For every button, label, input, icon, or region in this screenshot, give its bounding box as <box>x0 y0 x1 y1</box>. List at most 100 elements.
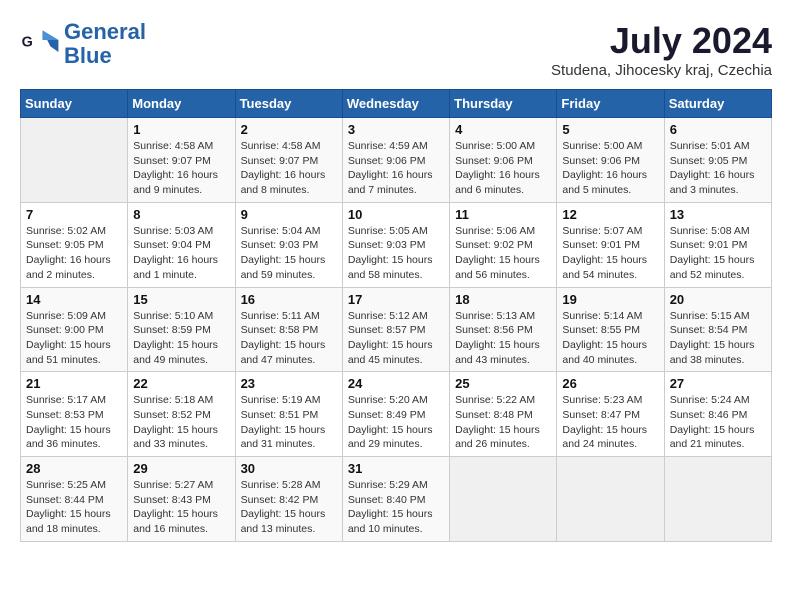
day-info: Sunrise: 5:17 AM Sunset: 8:53 PM Dayligh… <box>26 393 122 452</box>
calendar-cell <box>21 118 128 203</box>
calendar-cell: 21 Sunrise: 5:17 AM Sunset: 8:53 PM Dayli… <box>21 372 128 457</box>
day-number: 15 <box>133 292 229 307</box>
calendar-week-row: 14 Sunrise: 5:09 AM Sunset: 9:00 PM Dayli… <box>21 287 772 372</box>
day-number: 26 <box>562 376 658 391</box>
day-info: Sunrise: 5:00 AM Sunset: 9:06 PM Dayligh… <box>455 139 551 198</box>
day-info: Sunrise: 5:07 AM Sunset: 9:01 PM Dayligh… <box>562 224 658 283</box>
calendar-cell: 22Sunrise: 5:18 AM Sunset: 8:52 PM Dayli… <box>128 372 235 457</box>
day-number: 31 <box>348 461 444 476</box>
logo-text: General Blue <box>64 20 146 68</box>
calendar-cell: 5Sunrise: 5:00 AM Sunset: 9:06 PM Daylig… <box>557 118 664 203</box>
calendar-cell: 20Sunrise: 5:15 AM Sunset: 8:54 PM Dayli… <box>664 287 771 372</box>
weekday-header-row: SundayMondayTuesdayWednesdayThursdayFrid… <box>21 90 772 118</box>
day-number: 10 <box>348 207 444 222</box>
day-number: 13 <box>670 207 766 222</box>
day-number: 6 <box>670 122 766 137</box>
weekday-header-thursday: Thursday <box>450 90 557 118</box>
calendar-cell: 23Sunrise: 5:19 AM Sunset: 8:51 PM Dayli… <box>235 372 342 457</box>
day-number: 21 <box>26 376 122 391</box>
day-info: Sunrise: 5:29 AM Sunset: 8:40 PM Dayligh… <box>348 478 444 537</box>
calendar-cell: 2Sunrise: 4:58 AM Sunset: 9:07 PM Daylig… <box>235 118 342 203</box>
calendar-table: SundayMondayTuesdayWednesdayThursdayFrid… <box>20 89 772 542</box>
location-subtitle: Studena, Jihocesky kraj, Czechia <box>551 62 772 79</box>
calendar-cell: 3 Sunrise: 4:59 AM Sunset: 9:06 PM Daylig… <box>342 118 449 203</box>
calendar-cell: 11 Sunrise: 5:06 AM Sunset: 9:02 PM Dayli… <box>450 202 557 287</box>
day-info: Sunrise: 5:06 AM Sunset: 9:02 PM Dayligh… <box>455 224 551 283</box>
day-info: Sunrise: 5:11 AM Sunset: 8:58 PM Dayligh… <box>241 309 337 368</box>
day-info: Sunrise: 5:10 AM Sunset: 8:59 PM Dayligh… <box>133 309 229 368</box>
weekday-header-wednesday: Wednesday <box>342 90 449 118</box>
month-title: July 2024 <box>551 20 772 62</box>
day-info: Sunrise: 5:28 AM Sunset: 8:42 PM Dayligh… <box>241 478 337 537</box>
day-info: Sunrise: 5:12 AM Sunset: 8:57 PM Dayligh… <box>348 309 444 368</box>
day-info: Sunrise: 5:02 AM Sunset: 9:05 PM Dayligh… <box>26 224 122 283</box>
day-info: Sunrise: 5:14 AM Sunset: 8:55 PM Dayligh… <box>562 309 658 368</box>
day-number: 27 <box>670 376 766 391</box>
day-number: 18 <box>455 292 551 307</box>
day-info: Sunrise: 5:03 AM Sunset: 9:04 PM Dayligh… <box>133 224 229 283</box>
day-number: 29 <box>133 461 229 476</box>
weekday-header-friday: Friday <box>557 90 664 118</box>
day-info: Sunrise: 4:59 AM Sunset: 9:06 PM Dayligh… <box>348 139 444 198</box>
calendar-cell: 28 Sunrise: 5:25 AM Sunset: 8:44 PM Dayli… <box>21 457 128 542</box>
calendar-cell: 26 Sunrise: 5:23 AM Sunset: 8:47 PM Dayli… <box>557 372 664 457</box>
day-number: 9 <box>241 207 337 222</box>
calendar-cell: 6Sunrise: 5:01 AM Sunset: 9:05 PM Daylig… <box>664 118 771 203</box>
calendar-week-row: 7 Sunrise: 5:02 AM Sunset: 9:05 PM Daylig… <box>21 202 772 287</box>
day-info: Sunrise: 5:18 AM Sunset: 8:52 PM Dayligh… <box>133 393 229 452</box>
calendar-cell: 10 Sunrise: 5:05 AM Sunset: 9:03 PM Dayli… <box>342 202 449 287</box>
day-number: 25 <box>455 376 551 391</box>
day-number: 1 <box>133 122 229 137</box>
calendar-cell <box>450 457 557 542</box>
day-info: Sunrise: 5:25 AM Sunset: 8:44 PM Dayligh… <box>26 478 122 537</box>
calendar-cell: 31 Sunrise: 5:29 AM Sunset: 8:40 PM Dayli… <box>342 457 449 542</box>
calendar-week-row: 28 Sunrise: 5:25 AM Sunset: 8:44 PM Dayli… <box>21 457 772 542</box>
calendar-week-row: 1 Sunrise: 4:58 AM Sunset: 9:07 PM Daylig… <box>21 118 772 203</box>
day-number: 30 <box>241 461 337 476</box>
day-number: 28 <box>26 461 122 476</box>
day-info: Sunrise: 5:09 AM Sunset: 9:00 PM Dayligh… <box>26 309 122 368</box>
day-number: 5 <box>562 122 658 137</box>
day-number: 14 <box>26 292 122 307</box>
calendar-cell: 29 Sunrise: 5:27 AM Sunset: 8:43 PM Dayli… <box>128 457 235 542</box>
day-number: 3 <box>348 122 444 137</box>
calendar-cell: 7 Sunrise: 5:02 AM Sunset: 9:05 PM Daylig… <box>21 202 128 287</box>
day-info: Sunrise: 4:58 AM Sunset: 9:07 PM Dayligh… <box>133 139 229 198</box>
day-info: Sunrise: 4:58 AM Sunset: 9:07 PM Dayligh… <box>241 139 337 198</box>
calendar-cell: 18 Sunrise: 5:13 AM Sunset: 8:56 PM Dayli… <box>450 287 557 372</box>
day-info: Sunrise: 5:24 AM Sunset: 8:46 PM Dayligh… <box>670 393 766 452</box>
day-info: Sunrise: 5:27 AM Sunset: 8:43 PM Dayligh… <box>133 478 229 537</box>
calendar-cell: 14 Sunrise: 5:09 AM Sunset: 9:00 PM Dayli… <box>21 287 128 372</box>
logo-icon: G <box>20 24 60 64</box>
svg-text:G: G <box>22 35 33 51</box>
day-info: Sunrise: 5:23 AM Sunset: 8:47 PM Dayligh… <box>562 393 658 452</box>
calendar-cell: 13 Sunrise: 5:08 AM Sunset: 9:01 PM Dayli… <box>664 202 771 287</box>
day-info: Sunrise: 5:13 AM Sunset: 8:56 PM Dayligh… <box>455 309 551 368</box>
calendar-cell: 8 Sunrise: 5:03 AM Sunset: 9:04 PM Daylig… <box>128 202 235 287</box>
day-info: Sunrise: 5:19 AM Sunset: 8:51 PM Dayligh… <box>241 393 337 452</box>
day-number: 20 <box>670 292 766 307</box>
weekday-header-monday: Monday <box>128 90 235 118</box>
weekday-header-tuesday: Tuesday <box>235 90 342 118</box>
day-info: Sunrise: 5:08 AM Sunset: 9:01 PM Dayligh… <box>670 224 766 283</box>
calendar-cell: 27 Sunrise: 5:24 AM Sunset: 8:46 PM Dayli… <box>664 372 771 457</box>
day-number: 16 <box>241 292 337 307</box>
day-number: 7 <box>26 207 122 222</box>
calendar-cell <box>557 457 664 542</box>
weekday-header-saturday: Saturday <box>664 90 771 118</box>
day-number: 11 <box>455 207 551 222</box>
day-info: Sunrise: 5:22 AM Sunset: 8:48 PM Dayligh… <box>455 393 551 452</box>
day-number: 4 <box>455 122 551 137</box>
calendar-cell: 19Sunrise: 5:14 AM Sunset: 8:55 PM Dayli… <box>557 287 664 372</box>
title-block: July 2024 Studena, Jihocesky kraj, Czech… <box>551 20 772 79</box>
calendar-cell: 25 Sunrise: 5:22 AM Sunset: 8:48 PM Dayli… <box>450 372 557 457</box>
logo: G General Blue <box>20 20 146 68</box>
day-number: 8 <box>133 207 229 222</box>
calendar-cell: 4 Sunrise: 5:00 AM Sunset: 9:06 PM Daylig… <box>450 118 557 203</box>
day-info: Sunrise: 5:05 AM Sunset: 9:03 PM Dayligh… <box>348 224 444 283</box>
calendar-cell <box>664 457 771 542</box>
page-header: G General Blue July 2024 Studena, Jihoce… <box>20 20 772 79</box>
calendar-cell: 9Sunrise: 5:04 AM Sunset: 9:03 PM Daylig… <box>235 202 342 287</box>
calendar-cell: 17Sunrise: 5:12 AM Sunset: 8:57 PM Dayli… <box>342 287 449 372</box>
calendar-cell: 12Sunrise: 5:07 AM Sunset: 9:01 PM Dayli… <box>557 202 664 287</box>
